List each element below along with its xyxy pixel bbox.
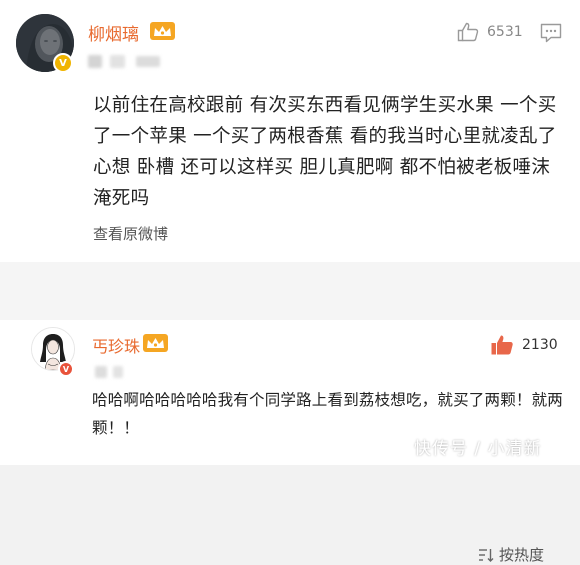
like-count: 2130 bbox=[522, 337, 558, 353]
post-card: V 柳烟璃 6531 以前住在高校跟前 有次买东西看见俩学生买水果 一个买了一个… bbox=[0, 0, 580, 262]
post-username[interactable]: 柳烟璃 bbox=[88, 20, 139, 45]
verified-badge-icon: V bbox=[53, 53, 73, 73]
reply-username[interactable]: 丐珍珠 bbox=[92, 333, 140, 357]
sort-icon bbox=[479, 548, 494, 562]
thumbs-up-icon bbox=[457, 22, 479, 42]
verified-badge-icon: V bbox=[58, 361, 74, 377]
sort-label: 按热度 bbox=[499, 546, 545, 564]
like-count: 6531 bbox=[487, 24, 523, 40]
vip-crown-icon bbox=[143, 334, 168, 352]
reply-like-button[interactable]: 2130 bbox=[490, 334, 558, 356]
view-original-link[interactable]: 查看原微博 bbox=[93, 223, 168, 244]
blurred-meta bbox=[113, 366, 123, 378]
blurred-meta bbox=[136, 56, 160, 67]
like-button[interactable]: 6531 bbox=[457, 22, 523, 42]
sort-bar: 按热度 bbox=[0, 262, 580, 564]
blurred-meta bbox=[110, 55, 125, 68]
blurred-meta bbox=[95, 366, 107, 378]
post-body: 以前住在高校跟前 有次买东西看见俩学生买水果 一个买了一个苹果 一个买了两根香蕉… bbox=[93, 95, 557, 209]
comment-icon[interactable] bbox=[540, 23, 562, 43]
vip-crown-icon bbox=[150, 22, 175, 40]
sort-by-hot-button[interactable]: 按热度 bbox=[478, 544, 544, 565]
blurred-meta bbox=[88, 55, 102, 68]
watermark: 快传号 / 小清新 bbox=[414, 439, 542, 459]
thumbs-up-icon bbox=[491, 335, 513, 355]
